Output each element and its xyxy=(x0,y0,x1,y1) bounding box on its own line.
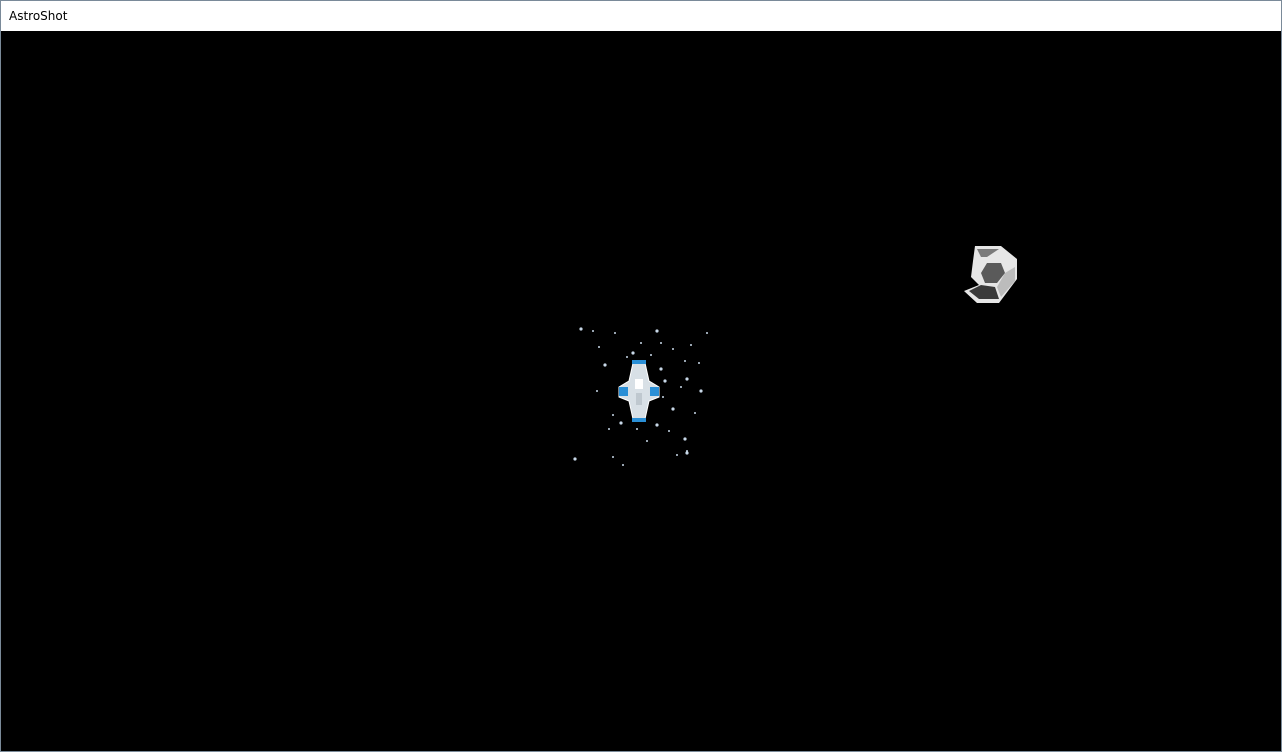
particle xyxy=(608,428,610,430)
particle xyxy=(614,332,616,334)
particle xyxy=(598,346,600,348)
particle xyxy=(650,354,652,356)
particle xyxy=(668,430,670,432)
particle xyxy=(596,390,598,392)
particle xyxy=(626,356,628,358)
particle xyxy=(672,348,674,350)
particle xyxy=(646,440,648,442)
particle xyxy=(622,464,624,466)
window-title: AstroShot xyxy=(9,9,68,23)
particle xyxy=(655,329,659,333)
particle xyxy=(680,386,682,388)
particle xyxy=(699,389,703,393)
particle xyxy=(671,407,675,411)
particle xyxy=(573,457,577,461)
particle xyxy=(685,377,689,381)
game-scene xyxy=(573,246,1017,466)
particle xyxy=(659,367,663,371)
game-canvas[interactable] xyxy=(1,31,1281,751)
particle xyxy=(612,456,614,458)
particle xyxy=(636,428,638,430)
particle xyxy=(683,437,687,441)
app-window: AstroShot xyxy=(0,0,1282,752)
enemy-ship-icon xyxy=(964,246,1017,303)
particle xyxy=(676,454,678,456)
particle xyxy=(655,423,659,427)
particle xyxy=(685,451,689,455)
particle xyxy=(690,344,692,346)
particle xyxy=(612,414,614,416)
particle xyxy=(663,379,667,383)
particle xyxy=(660,342,662,344)
particle xyxy=(640,342,642,344)
particle xyxy=(698,362,700,364)
particle xyxy=(592,330,594,332)
particle xyxy=(631,351,635,355)
particle xyxy=(579,327,583,331)
particle xyxy=(684,360,686,362)
spaceship-icon xyxy=(618,360,660,422)
particle xyxy=(603,363,607,367)
title-bar[interactable]: AstroShot xyxy=(1,1,1281,31)
particle xyxy=(706,332,708,334)
particle xyxy=(694,412,696,414)
particle xyxy=(662,396,664,398)
particle xyxy=(619,421,623,425)
